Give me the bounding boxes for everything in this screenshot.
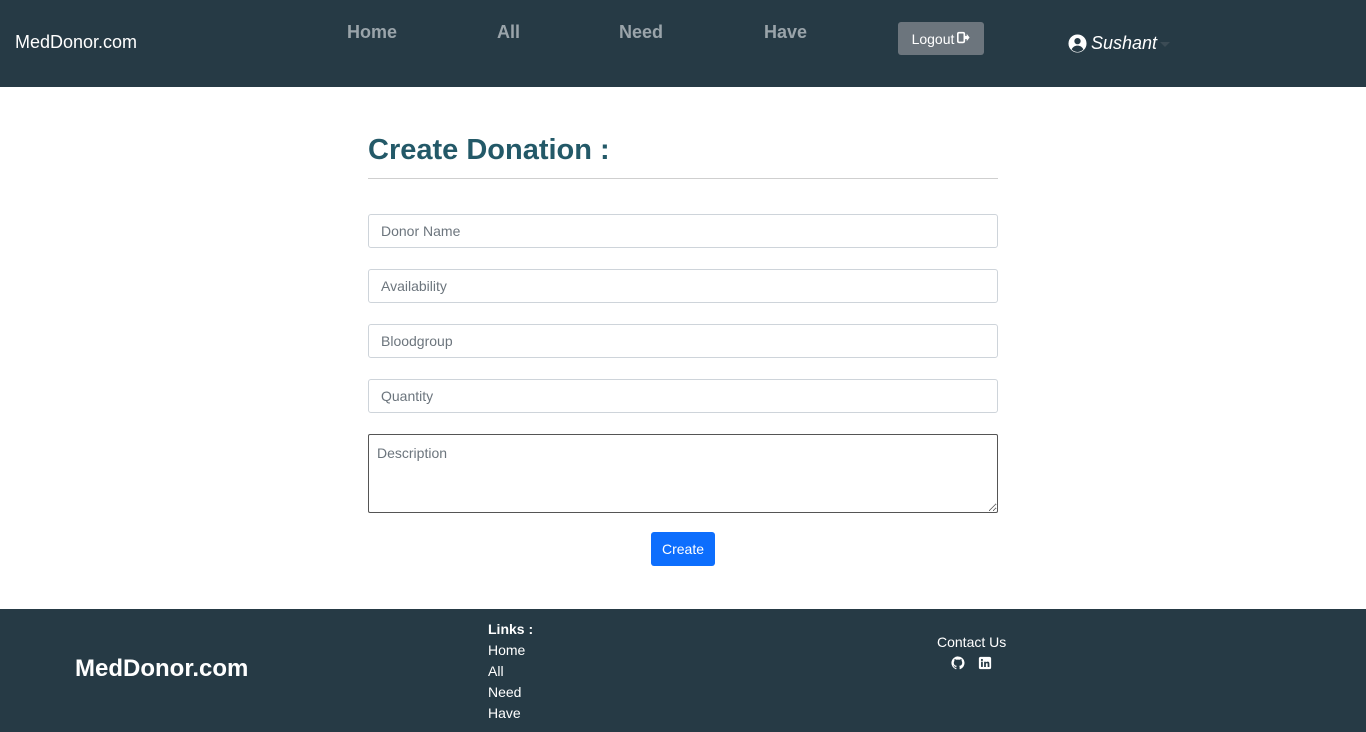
nav-link-have[interactable]: Have xyxy=(764,22,807,43)
brand-logo[interactable]: MedDonor.com xyxy=(15,32,137,53)
contact-us-title: Contact Us xyxy=(937,634,1007,650)
user-name: Sushant xyxy=(1091,33,1158,53)
linkedin-icon[interactable] xyxy=(978,656,992,670)
nav-link-home[interactable]: Home xyxy=(347,22,397,43)
user-menu-toggle[interactable]: Sushant xyxy=(1068,33,1171,54)
description-textarea[interactable] xyxy=(368,434,998,513)
chevron-down-icon xyxy=(1160,42,1171,47)
donor-name-input[interactable] xyxy=(368,214,998,248)
title-divider xyxy=(368,178,998,179)
nav-link-need[interactable]: Need xyxy=(619,22,663,43)
footer-link-need[interactable]: Need xyxy=(488,684,521,700)
create-button[interactable]: Create xyxy=(651,532,715,566)
footer-brand: MedDonor.com xyxy=(75,655,249,682)
bloodgroup-input[interactable] xyxy=(368,324,998,358)
logout-label: Logout xyxy=(911,30,955,47)
github-icon[interactable] xyxy=(951,656,965,670)
footer: MedDonor.com Links : Home All Need Have … xyxy=(0,609,1366,732)
sign-out-icon xyxy=(957,31,970,47)
footer-link-all[interactable]: All xyxy=(488,663,504,679)
user-circle-icon xyxy=(1068,34,1087,53)
availability-input[interactable] xyxy=(368,269,998,303)
top-navbar: MedDonor.com Home All Need Have Logout S… xyxy=(0,0,1366,87)
nav-link-all[interactable]: All xyxy=(497,22,520,43)
page-title: Create Donation : xyxy=(368,134,610,166)
quantity-input[interactable] xyxy=(368,379,998,413)
footer-link-home[interactable]: Home xyxy=(488,642,525,658)
create-donation-form: Create Donation : xyxy=(368,120,998,178)
logout-button[interactable]: Logout xyxy=(898,22,984,55)
footer-links-title: Links : xyxy=(488,621,534,637)
footer-link-have[interactable]: Have xyxy=(488,705,521,721)
